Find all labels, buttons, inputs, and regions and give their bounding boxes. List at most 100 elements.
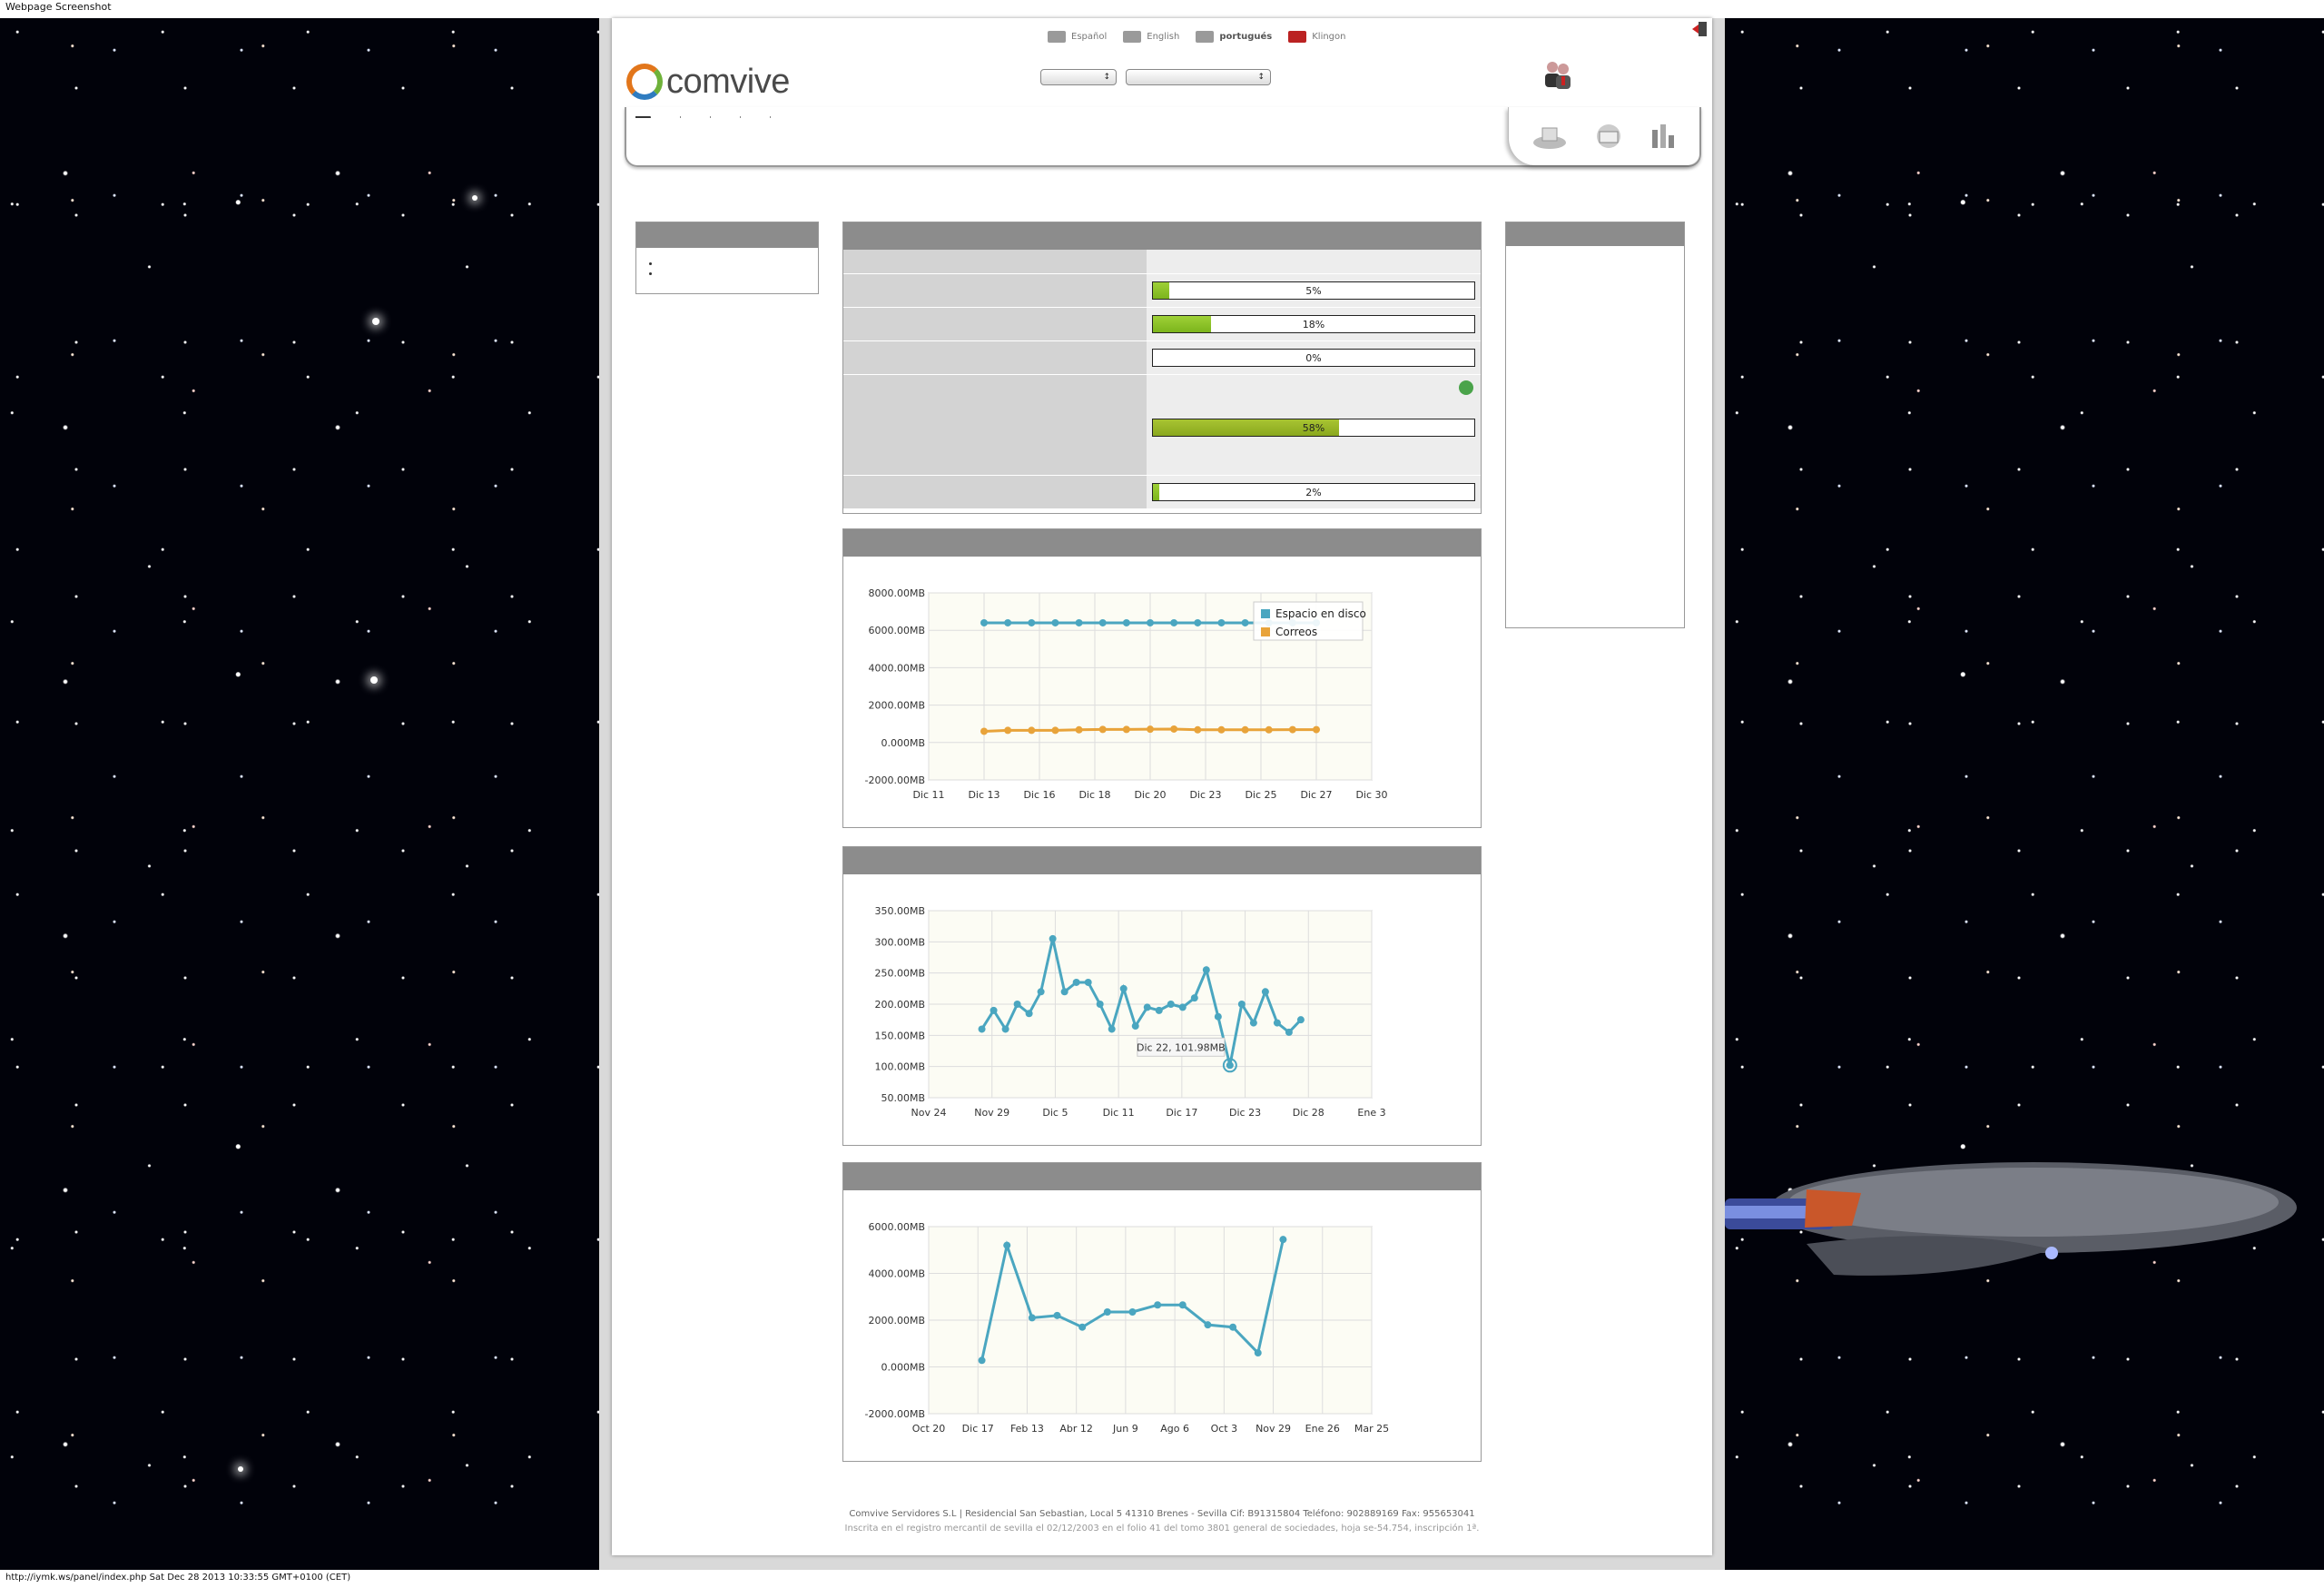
data-point xyxy=(1178,1301,1187,1309)
select-arrow-icon: ↕ xyxy=(1257,73,1265,82)
x-tick-label: Dic 23 xyxy=(1229,1107,1261,1119)
stats-label xyxy=(843,274,1147,307)
account-select[interactable]: ↕ xyxy=(1040,69,1117,85)
stats-panel: 5% 18% 0% 58% 2% xyxy=(842,222,1482,514)
usage-chart-1[interactable]: Dic 11 Dic 13 Dic 16 Dic 18 Dic 20 Dic 23 Dic … xyxy=(843,555,1481,825)
star xyxy=(472,195,478,201)
x-tick-label: Dic 25 xyxy=(1245,789,1276,801)
star xyxy=(238,1466,243,1472)
x-tick-label: Oct 3 xyxy=(1211,1423,1238,1435)
x-tick-label: Dic 23 xyxy=(1189,789,1221,801)
y-tick-label: 100.00MB xyxy=(874,1061,925,1073)
main-navigation xyxy=(625,107,1701,167)
nav-item-6[interactable] xyxy=(771,116,800,118)
data-point xyxy=(1049,934,1057,942)
data-point xyxy=(1143,1003,1151,1011)
chart-title xyxy=(843,1163,1481,1190)
data-point xyxy=(1108,1025,1116,1033)
logout-icon[interactable] xyxy=(1690,20,1709,38)
usage-chart-3[interactable]: Oct 20 Dic 17 Feb 13 Abr 12 Jun 9 Ago 6 Oct 3 N… xyxy=(843,1189,1481,1459)
data-point xyxy=(1254,1349,1262,1357)
stats-panel-title xyxy=(843,222,1481,250)
data-point xyxy=(1217,725,1226,734)
data-point xyxy=(980,727,988,735)
chart-panel-1: Dic 11 Dic 13 Dic 16 Dic 18 Dic 20 Dic 23 Dic … xyxy=(842,528,1482,828)
data-point xyxy=(1122,618,1130,626)
x-tick-label: Nov 29 xyxy=(974,1107,1009,1119)
data-point xyxy=(1226,1061,1234,1070)
language-english[interactable]: English xyxy=(1123,31,1179,43)
y-tick-label: 0.000MB xyxy=(881,1362,925,1374)
data-point xyxy=(1098,725,1107,734)
nav-item-home[interactable] xyxy=(635,116,651,118)
progress-text: 2% xyxy=(1305,486,1322,498)
data-point xyxy=(1060,988,1068,996)
nav-item-3[interactable] xyxy=(681,116,711,118)
footer-line: Inscrita en el registro mercantil de sev… xyxy=(844,1524,1480,1534)
select-arrow-icon: ↕ xyxy=(1103,73,1110,82)
language-klingon[interactable]: Klingon xyxy=(1288,31,1346,43)
data-point xyxy=(1028,726,1036,735)
y-tick-label: 4000.00MB xyxy=(868,1268,925,1280)
left-menu-item[interactable] xyxy=(660,259,818,269)
progress-text: 18% xyxy=(1302,318,1325,330)
nav-item-4[interactable] xyxy=(711,116,741,118)
cloud-server-icon[interactable] xyxy=(1531,123,1568,150)
data-point xyxy=(1214,1012,1222,1021)
data-point xyxy=(1013,1001,1021,1008)
statistics-icon[interactable] xyxy=(1649,123,1677,150)
left-menu-list xyxy=(660,259,818,279)
progress-bar: 58% xyxy=(1152,419,1475,437)
mail-icon[interactable] xyxy=(1593,123,1624,150)
y-tick-label: -2000.00MB xyxy=(865,1408,926,1420)
data-point xyxy=(1004,726,1012,735)
x-tick-label: Dic 28 xyxy=(1293,1107,1324,1119)
news-panel xyxy=(1505,222,1685,628)
page-frame: comvive Español English portugués Klingo… xyxy=(599,18,1725,1570)
legend-swatch xyxy=(1261,627,1270,636)
x-tick-label: Dic 11 xyxy=(1103,1107,1135,1119)
chart-panel-3: Oct 20 Dic 17 Feb 13 Abr 12 Jun 9 Ago 6 Oct 3 N… xyxy=(842,1162,1482,1462)
data-point xyxy=(1229,1323,1237,1331)
starship-image xyxy=(1725,1162,2297,1276)
data-point xyxy=(1025,1010,1033,1018)
language-portuguese[interactable]: portugués xyxy=(1196,31,1272,43)
x-tick-label: Ene 26 xyxy=(1305,1423,1340,1435)
data-point xyxy=(1178,1003,1187,1011)
data-point xyxy=(1004,618,1012,626)
stats-label xyxy=(843,375,1147,475)
y-tick-label: 150.00MB xyxy=(874,1030,925,1041)
x-tick-label: Dic 11 xyxy=(912,789,944,801)
data-point xyxy=(1078,1323,1087,1331)
action-select[interactable]: ↕ xyxy=(1126,69,1271,85)
user-box xyxy=(1541,58,1587,91)
logo-text: comvive xyxy=(666,62,790,101)
data-point xyxy=(1154,1301,1162,1309)
progress-bar: 18% xyxy=(1152,315,1475,333)
data-point xyxy=(1001,1025,1009,1033)
y-tick-label: 2000.00MB xyxy=(868,700,925,712)
language-spanish[interactable]: Español xyxy=(1048,31,1107,43)
refresh-icon[interactable] xyxy=(1459,380,1473,395)
y-tick-label: 250.00MB xyxy=(874,968,925,980)
data-point xyxy=(1241,725,1249,734)
left-menu-title xyxy=(636,222,818,248)
nav-item-2[interactable] xyxy=(651,116,681,118)
data-point xyxy=(978,1025,986,1033)
chart-panel-2: Nov 24 Nov 29 Dic 5 Dic 11 Dic 17 Dic 23 Dic 2… xyxy=(842,846,1482,1146)
data-point xyxy=(1155,1006,1163,1014)
nav-items xyxy=(635,116,800,118)
usage-chart-2[interactable]: Nov 24 Nov 29 Dic 5 Dic 11 Dic 17 Dic 23 Dic 2… xyxy=(843,873,1481,1143)
data-point xyxy=(1147,725,1154,734)
data-point xyxy=(1204,1321,1212,1329)
left-menu-item[interactable] xyxy=(660,269,818,279)
x-tick-label: Dic 13 xyxy=(968,789,1000,801)
data-point xyxy=(1122,725,1130,734)
nav-item-5[interactable] xyxy=(741,116,771,118)
comvive-logo[interactable]: comvive xyxy=(626,54,790,109)
flag-icon xyxy=(1123,31,1142,43)
y-tick-label: 50.00MB xyxy=(881,1092,925,1104)
y-tick-label: 0.000MB xyxy=(881,737,925,749)
data-point xyxy=(1053,1311,1061,1319)
data-point xyxy=(1217,618,1226,626)
